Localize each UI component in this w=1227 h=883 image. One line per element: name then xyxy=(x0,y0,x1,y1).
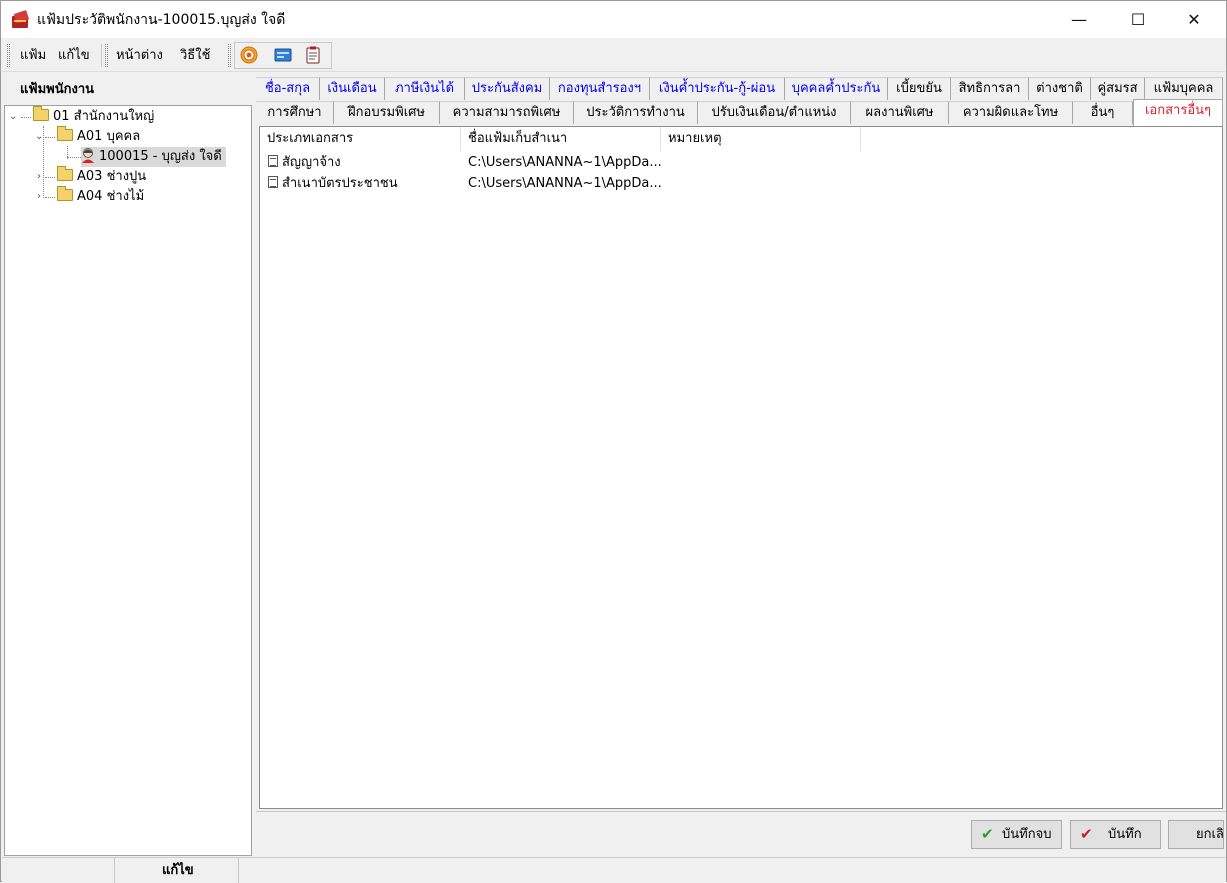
column-header-note[interactable]: หมายเหตุ xyxy=(661,127,861,151)
save-button[interactable]: ✔ บันทึก xyxy=(1070,820,1161,849)
card-icon[interactable] xyxy=(274,46,292,64)
employee-tree-panel: แฟ้มพนักงาน ⌄ 01 สำนักงานใหญ่ ⌄ A01 บุคค… xyxy=(4,75,252,856)
tree-item-label: 01 สำนักงานใหญ่ xyxy=(53,109,155,124)
file-name-cell: C:\Users\ANANNA~1\AppDa... xyxy=(468,176,662,191)
status-mode: แก้ไข xyxy=(162,863,194,878)
save-label: บันทึก xyxy=(1108,827,1142,842)
cancel-button[interactable]: ยกเลิ xyxy=(1168,820,1224,849)
folder-icon xyxy=(57,126,73,141)
tab-work-history[interactable]: ประวัติการทำงาน xyxy=(574,101,698,124)
save-close-label: บันทึกจบ xyxy=(1002,827,1052,842)
tab-other-documents[interactable]: เอกสารอื่นๆ xyxy=(1133,99,1223,126)
tree-item-label: 100015 - บุญส่ง ใจดี xyxy=(99,149,222,164)
tree-connector xyxy=(45,137,55,138)
tab-name[interactable]: ชื่อ-สกุล xyxy=(256,77,320,100)
column-header-doc-type[interactable]: ประเภทเอกสาร xyxy=(260,127,461,151)
doc-type-text: สำเนาบัตรประชาชน xyxy=(282,176,398,191)
file-name-cell: C:\Users\ANANNA~1\AppDa... xyxy=(468,155,662,170)
tab-social-security[interactable]: ประกันสังคม xyxy=(465,77,550,100)
menu-bar: แฟ้ม แก้ไข หน้าต่าง วิธีใช้ xyxy=(2,39,1226,72)
cancel-label: ยกเลิ xyxy=(1196,827,1224,842)
collapse-icon[interactable]: ⌄ xyxy=(9,107,17,127)
check-icon: ✔ xyxy=(981,825,994,843)
doc-type-text: สัญญาจ้าง xyxy=(282,155,341,170)
tab-spouse[interactable]: คู่สมรส xyxy=(1091,77,1145,100)
status-cell xyxy=(2,858,115,883)
app-icon xyxy=(12,10,29,28)
check-icon: ✔ xyxy=(1080,825,1093,843)
document-icon xyxy=(268,155,278,167)
document-icon xyxy=(268,176,278,188)
tab-others[interactable]: อื่นๆ xyxy=(1073,101,1133,124)
tree-item-a04[interactable]: A04 ช่างไม้ xyxy=(57,186,145,207)
tab-special-training[interactable]: ฝึกอบรมพิเศษ xyxy=(334,101,440,124)
close-button[interactable]: ✕ xyxy=(1171,1,1217,38)
tab-row-1: ชื่อ-สกุล เงินเดือน ภาษีเงินได้ ประกันสั… xyxy=(256,75,1226,100)
menu-help[interactable]: วิธีใช้ xyxy=(180,47,210,64)
action-bar: ✔ บันทึกจบ ✔ บันทึก ยกเลิ xyxy=(256,811,1226,855)
tree-item-employee-100015[interactable]: 100015 - บุญส่ง ใจดี xyxy=(81,147,226,167)
tab-guarantor[interactable]: บุคคลค้ำประกัน xyxy=(785,77,888,100)
tab-special-achievement[interactable]: ผลงานพิเศษ xyxy=(851,101,949,124)
save-close-button[interactable]: ✔ บันทึกจบ xyxy=(971,820,1062,849)
doc-type-cell: สำเนาบัตรประชาชน xyxy=(268,174,398,194)
maximize-button[interactable]: ☐ xyxy=(1115,1,1161,38)
tree-item-a03[interactable]: A03 ช่างปูน xyxy=(57,166,147,187)
collapse-icon[interactable]: ⌄ xyxy=(35,127,43,147)
doc-type-cell: สัญญาจ้าง xyxy=(268,153,341,173)
tab-guarantee-loan[interactable]: เงินค้ำประกัน-กู้-ผ่อน xyxy=(650,77,785,100)
toolbar-grip[interactable] xyxy=(228,44,231,67)
tree-connector xyxy=(67,157,81,158)
tree-connector xyxy=(45,177,55,178)
menu-edit[interactable]: แก้ไข xyxy=(58,47,90,64)
tree-connector xyxy=(45,197,55,198)
tab-special-skills[interactable]: ความสามารถพิเศษ xyxy=(440,101,574,124)
minimize-button[interactable]: — xyxy=(1056,1,1102,38)
tree-item-head-office[interactable]: 01 สำนักงานใหญ่ xyxy=(33,106,155,127)
folder-icon xyxy=(57,186,73,201)
tab-education[interactable]: การศึกษา xyxy=(256,101,334,124)
menu-file[interactable]: แฟ้ม xyxy=(20,47,46,64)
menu-window[interactable]: หน้าต่าง xyxy=(116,47,163,64)
folder-icon xyxy=(57,166,73,181)
folder-icon xyxy=(33,106,49,121)
status-bar: แก้ไข xyxy=(2,857,1226,883)
expand-icon[interactable]: › xyxy=(37,167,41,187)
tree-item-label: A01 บุคคล xyxy=(77,129,141,144)
tab-personal-file[interactable]: แฟ้มบุคคล xyxy=(1145,77,1223,100)
detail-panel: ชื่อ-สกุล เงินเดือน ภาษีเงินได้ ประกันสั… xyxy=(256,75,1226,809)
tree-item-label: A04 ช่างไม้ xyxy=(77,189,145,204)
target-icon[interactable] xyxy=(240,46,258,64)
clipboard-icon[interactable] xyxy=(304,46,322,64)
tree-item-a01[interactable]: A01 บุคคล xyxy=(57,126,141,147)
column-header-file-name[interactable]: ชื่อแฟ้มเก็บสำเนา xyxy=(461,127,661,151)
window-title: แฟ้มประวัติพนักงาน-100015.บุญส่ง ใจดี xyxy=(37,12,286,28)
tab-offenses[interactable]: ความผิดและโทษ xyxy=(949,101,1073,124)
tab-row-2: การศึกษา ฝึกอบรมพิเศษ ความสามารถพิเศษ ปร… xyxy=(256,99,1226,126)
tab-foreigner[interactable]: ต่างชาติ xyxy=(1029,77,1091,100)
toolbar-grip[interactable] xyxy=(105,44,108,67)
menu-separator xyxy=(101,44,102,67)
application-window: แฟ้มประวัติพนักงาน-100015.บุญส่ง ใจดี — … xyxy=(0,0,1227,883)
person-icon xyxy=(82,148,94,163)
tab-provident-fund[interactable]: กองทุนสำรองฯ xyxy=(550,77,650,100)
documents-table: ประเภทเอกสาร ชื่อแฟ้มเก็บสำเนา หมายเหตุ … xyxy=(259,126,1223,809)
panel-title: แฟ้มพนักงาน xyxy=(20,82,95,97)
tab-leave[interactable]: สิทธิการลา xyxy=(951,77,1029,100)
title-bar: แฟ้มประวัติพนักงาน-100015.บุญส่ง ใจดี — … xyxy=(1,1,1226,38)
tab-salary[interactable]: เงินเดือน xyxy=(320,77,385,100)
tree-item-label: A03 ช่างปูน xyxy=(77,169,147,184)
employee-tree[interactable]: ⌄ 01 สำนักงานใหญ่ ⌄ A01 บุคคล 100015 - บ… xyxy=(4,105,252,856)
tab-diligence[interactable]: เบี้ยขยัน xyxy=(888,77,951,100)
tab-salary-adjustment[interactable]: ปรับเงินเดือน/ตำแหน่ง xyxy=(698,101,851,124)
tab-income-tax[interactable]: ภาษีเงินได้ xyxy=(385,77,465,100)
toolbar-grip[interactable] xyxy=(7,44,10,67)
tree-connector xyxy=(21,117,31,118)
expand-icon[interactable]: › xyxy=(37,187,41,207)
